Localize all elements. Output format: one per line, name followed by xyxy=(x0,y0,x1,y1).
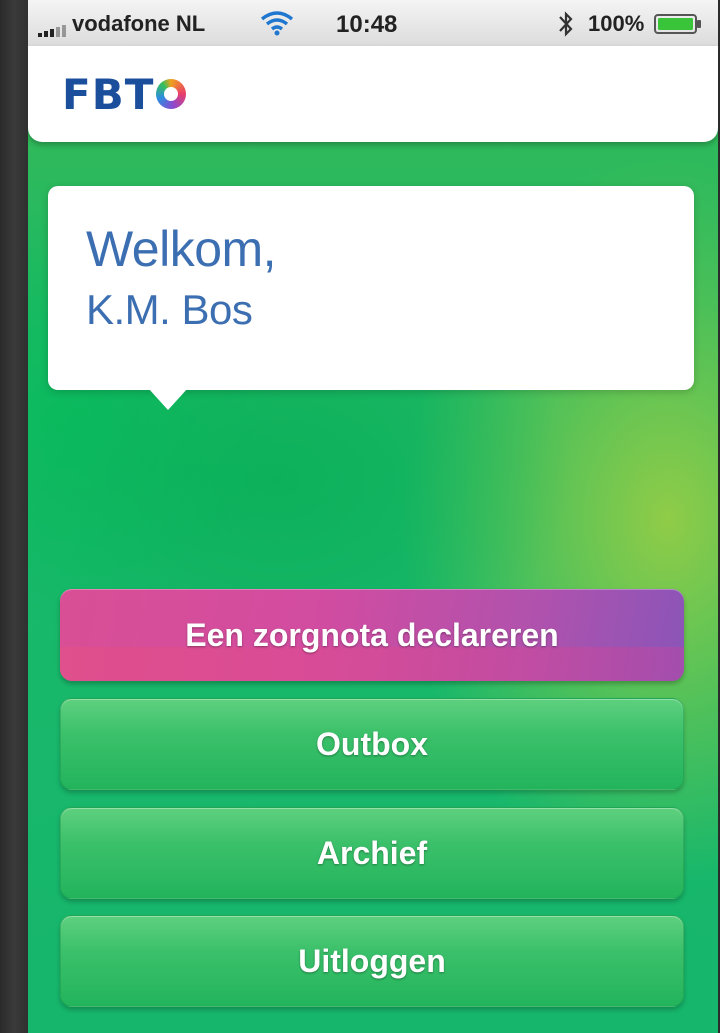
welcome-greeting: Welkom, xyxy=(86,221,277,277)
signal-strength-icon xyxy=(38,25,66,37)
bubble-tail xyxy=(148,388,188,410)
battery-icon xyxy=(654,14,701,34)
logout-button[interactable]: Uitloggen xyxy=(60,915,684,1007)
declare-claim-button[interactable]: Een zorgnota declareren xyxy=(60,589,684,681)
battery-percentage: 100% xyxy=(588,11,645,36)
archive-label: Archief xyxy=(316,834,428,871)
status-bar: vodafone NL 10:48 100% xyxy=(28,0,718,46)
user-name: K.M. Bos xyxy=(86,286,253,333)
fbto-logo: FBT xyxy=(62,70,187,119)
app-header: FBT xyxy=(28,46,718,142)
carrier-name: vodafone NL xyxy=(72,11,206,36)
outbox-label: Outbox xyxy=(316,725,428,762)
bluetooth-icon xyxy=(559,11,573,37)
outbox-button[interactable]: Outbox xyxy=(60,698,684,790)
archive-button[interactable]: Archief xyxy=(60,807,684,899)
logo-ring-icon xyxy=(156,78,187,109)
status-time: 10:48 xyxy=(336,11,398,38)
app-screen: vodafone NL 10:48 100% FBT Welkom, K.M. … xyxy=(28,0,718,1033)
welcome-bubble: Welkom, K.M. Bos xyxy=(48,186,694,410)
logout-label: Uitloggen xyxy=(298,942,446,979)
declare-claim-label: Een zorgnota declareren xyxy=(185,616,559,653)
wifi-icon xyxy=(260,11,294,36)
